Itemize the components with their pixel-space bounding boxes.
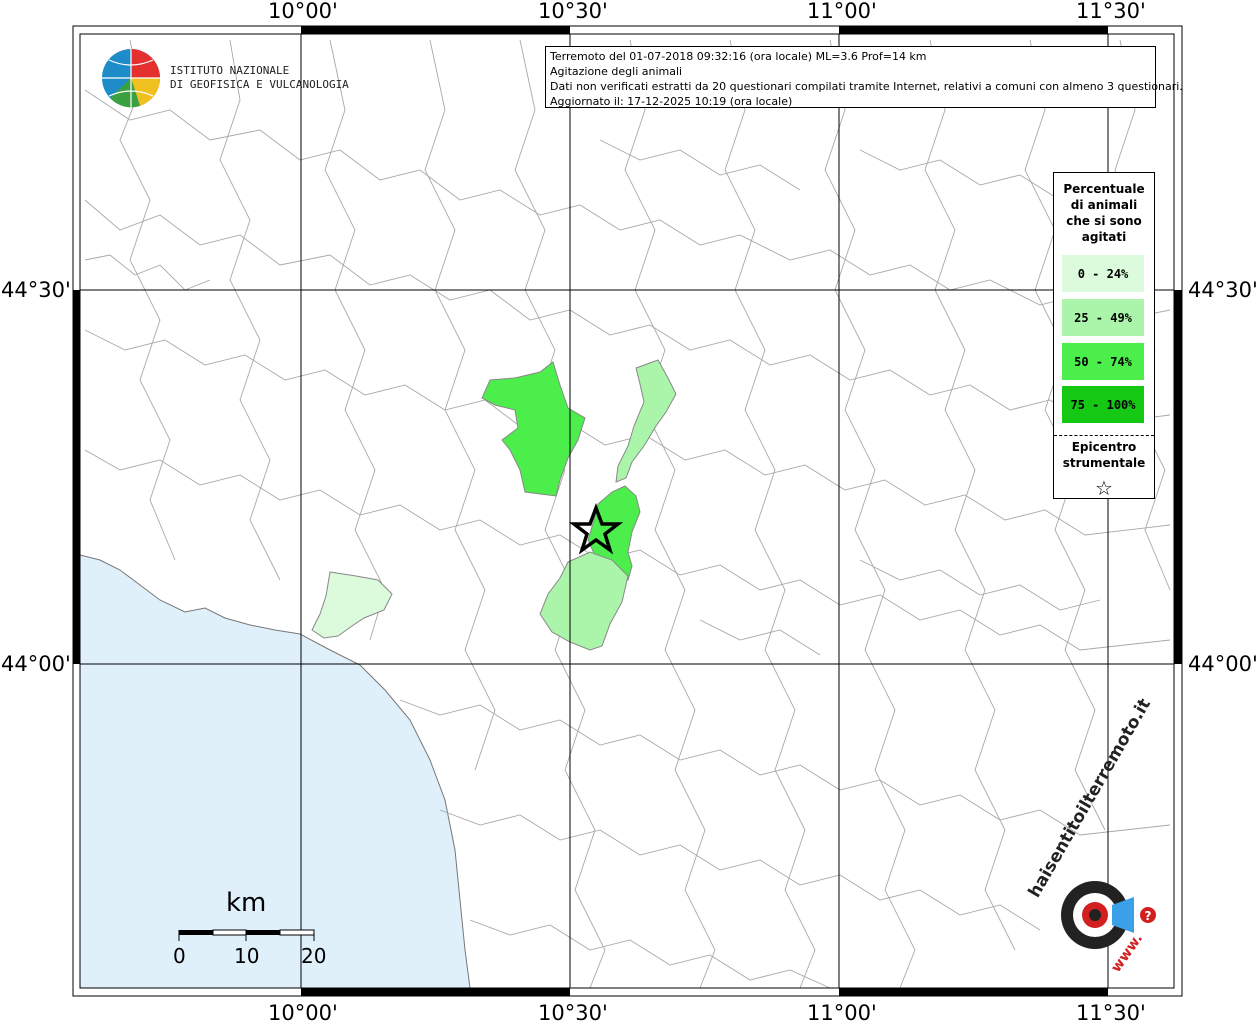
map-canvas: ? haisentitoilterremoto.it www. <box>72 25 1183 997</box>
svg-text:?: ? <box>1145 909 1152 923</box>
event-info-box: Terremoto del 01-07-2018 09:32:16 (ora l… <box>545 46 1183 108</box>
right-axis-label: 44°30' <box>1188 278 1256 302</box>
logo-line-2: DI GEOFISICA E VULCANOLOGIA <box>170 78 349 91</box>
bottom-axis-label: 11°30' <box>1076 1001 1146 1025</box>
legend-swatch: 50 - 74% <box>1062 343 1144 380</box>
top-axis-label: 10°00' <box>268 0 338 23</box>
star-icon: ☆ <box>1095 476 1113 500</box>
right-axis-label: 44°00' <box>1188 652 1256 676</box>
legend-title: Percentuale di animali che si sono agita… <box>1063 182 1145 244</box>
legend: Percentuale di animali che si sono agita… <box>1053 172 1155 499</box>
left-axis-label: 44°00' <box>1 652 71 676</box>
logo-line-1: ISTITUTO NAZIONALE <box>170 64 290 77</box>
top-axis-label: 11°30' <box>1076 0 1146 23</box>
legend-swatch: 75 - 100% <box>1062 386 1144 423</box>
event-info-line: Agitazione degli animali <box>550 65 683 78</box>
top-axis-label: 11°00' <box>807 0 877 23</box>
bottom-axis-label: 10°30' <box>538 1001 608 1025</box>
left-axis-label: 44°30' <box>1 278 71 302</box>
ingv-logo-icon <box>102 49 161 108</box>
top-axis-label: 10°30' <box>538 0 608 23</box>
event-info-line: Aggiornato il: 17-12-2025 10:19 (ora loc… <box>550 95 793 108</box>
legend-divider <box>1054 435 1154 436</box>
legend-swatch: 0 - 24% <box>1062 255 1144 292</box>
legend-epicenter-label: Epicentro strumentale <box>1062 440 1146 470</box>
bottom-axis-label: 11°00' <box>807 1001 877 1025</box>
event-info-line: Dati non verificati estratti da 20 quest… <box>550 80 1183 93</box>
scale-tick-label: 20 <box>301 944 327 968</box>
scale-tick-label: 0 <box>173 944 186 968</box>
scale-unit: km <box>226 888 267 918</box>
scale-tick-label: 10 <box>234 944 260 968</box>
bottom-axis-label: 10°00' <box>268 1001 338 1025</box>
event-info-line: Terremoto del 01-07-2018 09:32:16 (ora l… <box>550 50 927 63</box>
legend-swatch: 25 - 49% <box>1062 299 1144 336</box>
